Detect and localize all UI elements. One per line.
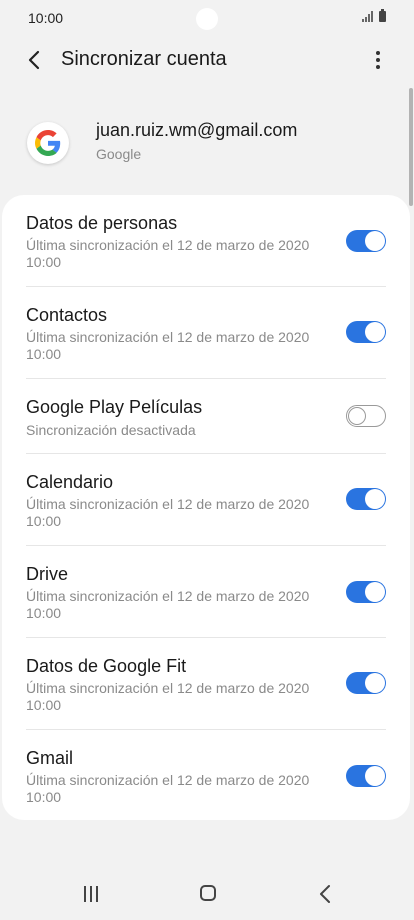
sync-item-title: Contactos <box>26 305 108 325</box>
sync-item-subtitle: Última sincronización el 12 de marzo de … <box>26 588 310 621</box>
sync-item-title: Google Play Películas <box>26 397 203 417</box>
sync-item-subtitle: Última sincronización el 12 de marzo de … <box>26 496 310 529</box>
navigation-bar <box>0 860 414 920</box>
sync-item-subtitle: Última sincronización el 12 de marzo de … <box>26 329 310 362</box>
sync-item-subtitle: Sincronización desactivada <box>26 422 196 438</box>
arrow-left-icon <box>28 50 40 70</box>
account-email: juan.ruiz.wm@gmail.com <box>96 120 298 140</box>
sync-item-google-play-peliculas[interactable]: Google Play Películas Sincronización des… <box>2 379 410 454</box>
sync-toggle[interactable] <box>346 321 386 343</box>
sync-item-title: Drive <box>26 564 69 584</box>
signal-icon <box>362 11 373 22</box>
sync-toggle[interactable] <box>346 230 386 252</box>
sync-item-subtitle: Última sincronización el 12 de marzo de … <box>26 237 310 270</box>
more-vert-icon <box>376 51 380 55</box>
sync-toggle[interactable] <box>346 672 386 694</box>
sync-toggle[interactable] <box>346 405 386 427</box>
account-type: Google <box>96 146 142 162</box>
status-bar: 10:00 <box>0 0 414 36</box>
sync-item-datos-de-google-fit[interactable]: Datos de Google Fit Última sincronizació… <box>2 638 410 730</box>
google-logo-icon <box>27 122 69 164</box>
status-icons <box>362 9 386 22</box>
sync-item-contactos[interactable]: Contactos Última sincronización el 12 de… <box>2 287 410 379</box>
recent-apps-button[interactable] <box>84 886 102 902</box>
sync-item-calendario[interactable]: Calendario Última sincronización el 12 d… <box>2 454 410 546</box>
sync-item-title: Datos de Google Fit <box>26 656 187 676</box>
sync-item-title: Gmail <box>26 748 74 768</box>
sync-toggle[interactable] <box>346 765 386 787</box>
sync-item-subtitle: Última sincronización el 12 de marzo de … <box>26 680 310 713</box>
sync-item-datos-de-personas[interactable]: Datos de personas Última sincronización … <box>2 195 410 287</box>
sync-item-title: Calendario <box>26 472 114 492</box>
page-title: Sincronizar cuenta <box>61 48 227 70</box>
home-button[interactable] <box>200 885 216 901</box>
battery-icon <box>379 9 386 22</box>
more-options-button[interactable] <box>364 46 392 74</box>
sync-items-card: Datos de personas Última sincronización … <box>2 195 410 820</box>
account-header: juan.ruiz.wm@gmail.com Google <box>0 110 414 170</box>
sync-item-title: Datos de personas <box>26 213 178 233</box>
recent-apps-icon <box>84 886 86 902</box>
app-bar: Sincronizar cuenta <box>0 36 414 84</box>
camera-cutout <box>196 8 218 30</box>
nav-back-button[interactable] <box>318 884 332 904</box>
back-button[interactable] <box>20 46 48 74</box>
sync-item-drive[interactable]: Drive Última sincronización el 12 de mar… <box>2 546 410 638</box>
sync-toggle[interactable] <box>346 488 386 510</box>
status-time: 10:00 <box>28 10 64 26</box>
sync-item-gmail[interactable]: Gmail Última sincronización el 12 de mar… <box>2 730 410 820</box>
sync-item-subtitle: Última sincronización el 12 de marzo de … <box>26 772 310 805</box>
sync-toggle[interactable] <box>346 581 386 603</box>
